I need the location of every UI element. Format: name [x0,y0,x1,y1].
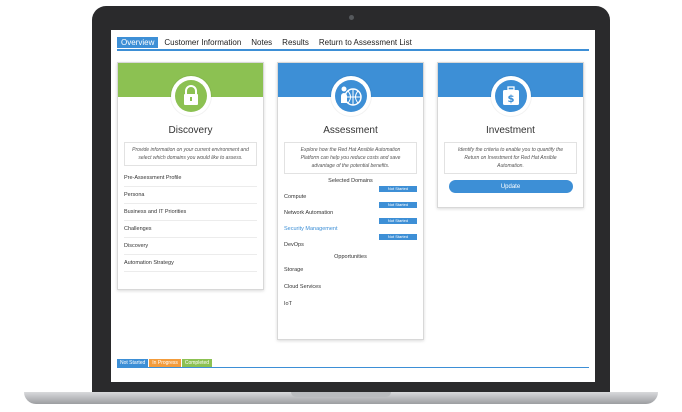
domain-label: DevOps [284,242,304,248]
status-legend: Not Started In Progress Completed [117,359,213,367]
discovery-item-automation-strategy[interactable]: Automation Strategy [124,255,257,272]
discovery-item-business-priorities[interactable]: Business and IT Priorities [124,204,257,221]
discovery-card-header [118,63,263,116]
briefcase-dollar-icon: $ [490,76,531,116]
tab-results[interactable]: Results [278,37,313,48]
tab-bar: Overview Customer Information Notes Resu… [117,37,418,48]
tab-overview[interactable]: Overview [117,37,159,48]
domain-row-security-management[interactable]: Security Management Not Started [284,218,417,234]
investment-title: Investment [486,125,535,136]
selected-domains-heading: Selected Domains [328,178,373,184]
assessment-title: Assessment [323,125,378,136]
discovery-item-discovery[interactable]: Discovery [124,238,257,255]
footer-line [117,367,589,368]
domain-row-network-automation[interactable]: Network Automation Not Started [284,202,417,218]
discovery-item-persona[interactable]: Persona [124,187,257,204]
discovery-item-pre-assessment-profile[interactable]: Pre-Assessment Profile [124,170,257,187]
opportunities-heading: Opportunities [334,254,367,260]
globe-person-icon [330,76,371,116]
legend-in-progress: In Progress [149,359,181,367]
svg-text:$: $ [507,94,514,105]
webcam [349,15,354,20]
domain-row-compute[interactable]: Compute Not Started [284,186,417,202]
assessment-card: Assessment Explore how the Red Hat Ansib… [277,62,424,340]
opportunity-cloud-services[interactable]: Cloud Services [284,279,417,296]
domain-label: Security Management [284,226,338,232]
domain-row-devops[interactable]: DevOps Not Started [284,234,417,250]
legend-completed: Completed [181,359,213,367]
tab-notes[interactable]: Notes [247,37,276,48]
discovery-item-challenges[interactable]: Challenges [124,221,257,238]
domain-label: Compute [284,194,307,200]
discovery-card: Discovery Provide information on your cu… [117,62,264,290]
status-badge: Not Started [379,218,417,224]
opportunity-iot[interactable]: IoT [284,296,417,313]
update-button[interactable]: Update [448,180,573,193]
status-badge: Not Started [379,186,417,192]
status-badge: Not Started [379,202,417,208]
tab-customer-information[interactable]: Customer Information [160,37,245,48]
legend-not-started: Not Started [117,359,149,367]
lock-icon [170,76,211,116]
screen: Overview Customer Information Notes Resu… [111,30,595,382]
tab-underline [117,49,589,51]
domain-label: Network Automation [284,210,334,216]
investment-card: $ Investment Identify the criteria to en… [437,62,584,208]
tab-return-to-assessment-list[interactable]: Return to Assessment List [315,37,416,48]
discovery-description: Provide information on your current envi… [124,142,257,166]
opportunity-storage[interactable]: Storage [284,262,417,279]
discovery-list: Pre-Assessment Profile Persona Business … [124,170,257,272]
laptop-notch [291,392,391,397]
status-badge: Not Started [379,234,417,240]
investment-card-header: $ [438,63,583,116]
assessment-card-header [278,63,423,116]
discovery-title: Discovery [168,125,213,136]
assessment-description: Explore how the Red Hat Ansible Automati… [284,142,417,174]
investment-description: Identify the criteria to enable you to q… [444,142,577,174]
